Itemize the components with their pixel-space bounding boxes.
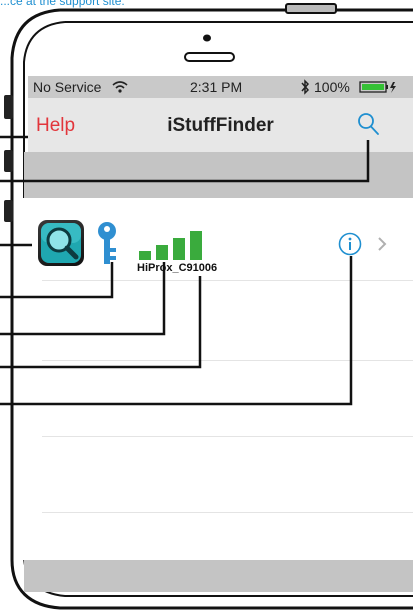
callout-lines	[0, 135, 370, 406]
